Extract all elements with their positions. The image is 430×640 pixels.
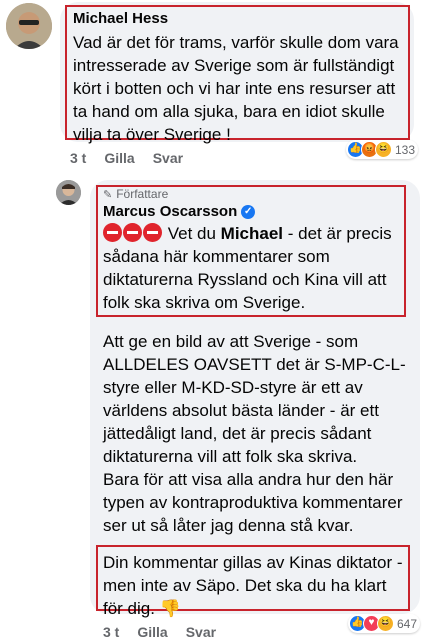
comment-author[interactable]: Michael Hess: [73, 10, 168, 27]
reply-button[interactable]: Svar: [153, 150, 183, 166]
reply-paragraph-1: Vet du Michael - det är precis sådana hä…: [103, 222, 403, 314]
thumbs-down-icon: 👎: [159, 599, 181, 618]
reply-paragraph-2: Att ge en bild av att Sverige - som ALLD…: [103, 332, 406, 535]
verified-icon: ✓: [241, 204, 256, 219]
reply-p1-prefix: Vet du: [163, 224, 221, 243]
reaction-count: 647: [397, 616, 418, 631]
comment-text: Vad är det för trams, varför skulle dom …: [73, 33, 399, 144]
avatar-michael-hess[interactable]: [6, 3, 52, 49]
reply-paragraph-3: Din kommentar gillas av Kinas diktator -…: [103, 551, 408, 620]
author-badge: ✎ Författare: [103, 187, 168, 201]
reply-p3-text: Din kommentar gillas av Kinas diktator -…: [103, 553, 403, 618]
reply-time[interactable]: 3 t: [103, 624, 119, 640]
comment-time[interactable]: 3 t: [70, 150, 86, 166]
reply-author-row: Marcus Oscarsson ✓: [103, 203, 256, 220]
like-button[interactable]: Gilla: [104, 150, 134, 166]
reply-button[interactable]: Svar: [186, 624, 216, 640]
reply-actions: 3 t Gilla Svar: [103, 624, 216, 640]
like-button[interactable]: Gilla: [137, 624, 167, 640]
author-badge-label: Författare: [116, 187, 169, 201]
reply-author[interactable]: Marcus Oscarsson: [103, 203, 237, 220]
no-entry-icon: [123, 223, 142, 242]
haha-icon: 😆: [377, 615, 394, 632]
comment-actions: 3 t Gilla Svar: [70, 150, 183, 166]
reaction-summary[interactable]: 👍 ♥ 😆 647: [348, 614, 421, 633]
reaction-summary[interactable]: 👍 😡 😆 133: [346, 140, 419, 159]
no-entry-icon: [103, 223, 122, 242]
no-entry-icon: [143, 223, 162, 242]
avatar-marcus-oscarsson[interactable]: [56, 180, 81, 205]
reaction-count: 133: [395, 142, 416, 157]
haha-icon: 😆: [375, 141, 392, 158]
mention-michael[interactable]: Michael: [221, 224, 283, 243]
pencil-icon: ✎: [103, 188, 113, 201]
